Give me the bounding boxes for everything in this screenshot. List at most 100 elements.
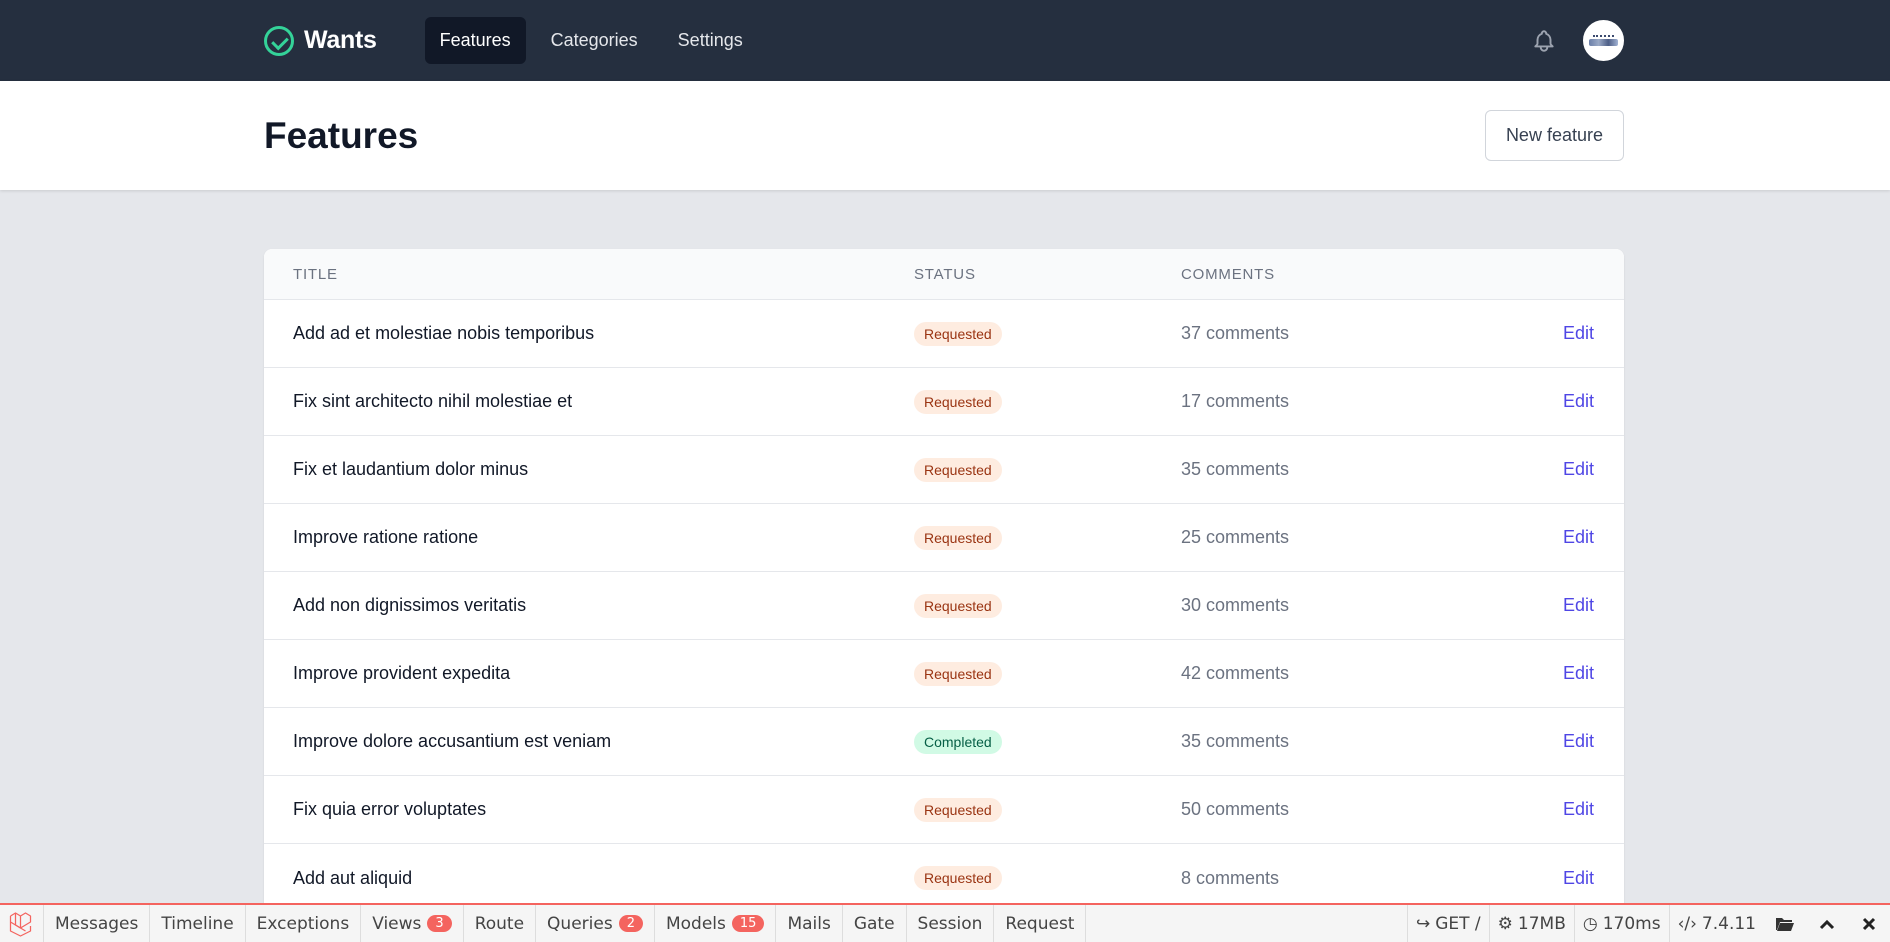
comment-count: 30 comments [1181, 595, 1290, 615]
comment-count: 8 comments [1181, 867, 1280, 888]
comments-cell: 35 comments [1181, 708, 1481, 775]
comments-cell: 42 comments [1181, 640, 1481, 707]
edit-link[interactable]: Edit [1563, 799, 1594, 820]
nav-link-features[interactable]: Features [424, 17, 526, 64]
table-row: Fix et laudantium dolor minus Requested 35… [264, 436, 1624, 504]
feature-title: Improve ratione ratione [293, 527, 479, 547]
edit-link[interactable]: Edit [1563, 323, 1594, 344]
debug-tab-mails[interactable]: Mails [776, 905, 843, 942]
status-badge: Requested [914, 593, 1002, 618]
table-row: Improve dolore accusantium est veniam Com… [264, 708, 1624, 776]
action-cell: Edit [1481, 640, 1624, 707]
comments-cell: 30 comments [1181, 572, 1481, 639]
debug-tab-count: 15 [731, 915, 765, 932]
memory-usage: ⚙ 17MB [1488, 905, 1574, 942]
table-row: Fix quia error voluptates Requested 50 com… [264, 776, 1624, 844]
table-row: Improve ratione ratione Requested 25 comme… [264, 504, 1624, 572]
debug-tab-route[interactable]: Route [464, 905, 537, 942]
table-row: Add non dignissimos veritatis Requested 30… [264, 572, 1624, 640]
feature-title: Add aut aliquid [293, 867, 413, 888]
check-circle-icon [264, 25, 294, 56]
brand-logo[interactable]: Wants [264, 25, 377, 56]
code-icon: ‹/› [1677, 913, 1697, 934]
debug-tab-models[interactable]: Models 15 [655, 905, 777, 942]
action-cell: Edit [1481, 436, 1624, 503]
edit-link[interactable]: Edit [1563, 868, 1594, 889]
feature-title: Improve dolore accusantium est veniam [293, 731, 612, 751]
share-icon: ↪ [1415, 913, 1431, 934]
brand-name: Wants [304, 26, 377, 54]
debug-tab-count: 2 [618, 915, 643, 932]
action-cell: Edit [1481, 504, 1624, 571]
debug-bar: Messages Timeline Exceptions Views 3 Route Que… [0, 903, 1890, 942]
edit-link[interactable]: Edit [1563, 391, 1594, 412]
debug-tab-session[interactable]: Session [907, 905, 995, 942]
features-table: TITLE STATUS COMMENTS Add ad et molestia… [264, 249, 1624, 912]
debug-tab-label: Route [474, 913, 525, 934]
php-version: ‹/› 7.4.11 [1668, 905, 1764, 942]
status-cell: Requested [914, 640, 1181, 707]
edit-link[interactable]: Edit [1563, 731, 1594, 752]
edit-link[interactable]: Edit [1563, 663, 1594, 684]
edit-link[interactable]: Edit [1563, 527, 1594, 548]
folder-open-icon[interactable] [1764, 905, 1806, 942]
top-navbar: Wants Features Categories Settings [0, 0, 1890, 81]
status-cell: Requested [914, 504, 1181, 571]
comments-cell: 8 comments [1181, 844, 1481, 912]
action-cell: Edit [1481, 300, 1624, 367]
comments-cell: 25 comments [1181, 504, 1481, 571]
status-cell: Requested [914, 368, 1181, 435]
comment-count: 17 comments [1181, 391, 1290, 411]
memory-label: 17MB [1517, 913, 1566, 934]
status-badge: Requested [914, 457, 1002, 482]
status-badge: Requested [914, 661, 1002, 686]
status-badge: Requested [914, 866, 1002, 890]
table-header: TITLE STATUS COMMENTS [264, 249, 1624, 300]
comment-count: 35 comments [1181, 731, 1290, 751]
cogs-icon: ⚙ [1497, 913, 1513, 934]
comments-cell: 35 comments [1181, 436, 1481, 503]
edit-link[interactable]: Edit [1563, 459, 1594, 480]
bell-icon[interactable] [1531, 28, 1557, 54]
edit-link[interactable]: Edit [1563, 595, 1594, 616]
feature-title: Add non dignissimos veritatis [293, 595, 527, 615]
new-feature-button[interactable]: New feature [1484, 110, 1624, 161]
debug-tab-queries[interactable]: Queries 2 [536, 905, 655, 942]
debug-tab-label: Mails [787, 913, 831, 934]
debug-tab-timeline[interactable]: Timeline [150, 905, 246, 942]
comment-count: 42 comments [1181, 663, 1290, 683]
debug-tab-exceptions[interactable]: Exceptions [246, 905, 362, 942]
version-label: 7.4.11 [1701, 913, 1756, 934]
debug-tab-gate[interactable]: Gate [843, 905, 907, 942]
laravel-logo-icon[interactable] [0, 905, 44, 942]
comments-cell: 17 comments [1181, 368, 1481, 435]
close-icon[interactable] [1848, 905, 1890, 942]
feature-title: Fix quia error voluptates [293, 799, 487, 819]
chevron-up-icon[interactable] [1806, 905, 1848, 942]
debug-tab-messages[interactable]: Messages [44, 905, 151, 942]
action-cell: Edit [1481, 776, 1624, 843]
page-title: Features [264, 114, 419, 156]
status-cell: Requested [914, 776, 1181, 843]
nav-link-categories[interactable]: Categories [536, 17, 653, 64]
status-badge: Requested [914, 389, 1002, 414]
action-cell: Edit [1481, 572, 1624, 639]
debug-tab-label: Exceptions [256, 913, 350, 934]
request-method-label: GET / [1435, 913, 1481, 934]
column-header-action [1481, 249, 1624, 299]
debug-tab-label: Views [372, 913, 422, 934]
debug-tab-request[interactable]: Request [994, 905, 1087, 942]
clock-icon: ◷ [1582, 913, 1598, 934]
page-header: Features New feature [0, 81, 1890, 190]
nav-link-settings[interactable]: Settings [663, 17, 758, 64]
status-cell: Requested [914, 436, 1181, 503]
comment-count: 35 comments [1181, 459, 1290, 479]
feature-title: Fix sint architecto nihil molestiae et [293, 391, 573, 411]
table-row: Add ad et molestiae nobis temporibus Requ… [264, 300, 1624, 368]
debug-tab-views[interactable]: Views 3 [361, 905, 464, 942]
debug-tab-label: Timeline [161, 913, 234, 934]
debug-tab-label: Session [917, 913, 983, 934]
column-header-comments: COMMENTS [1181, 265, 1275, 283]
request-duration: ◷ 170ms [1573, 905, 1669, 942]
user-avatar[interactable] [1583, 20, 1624, 61]
